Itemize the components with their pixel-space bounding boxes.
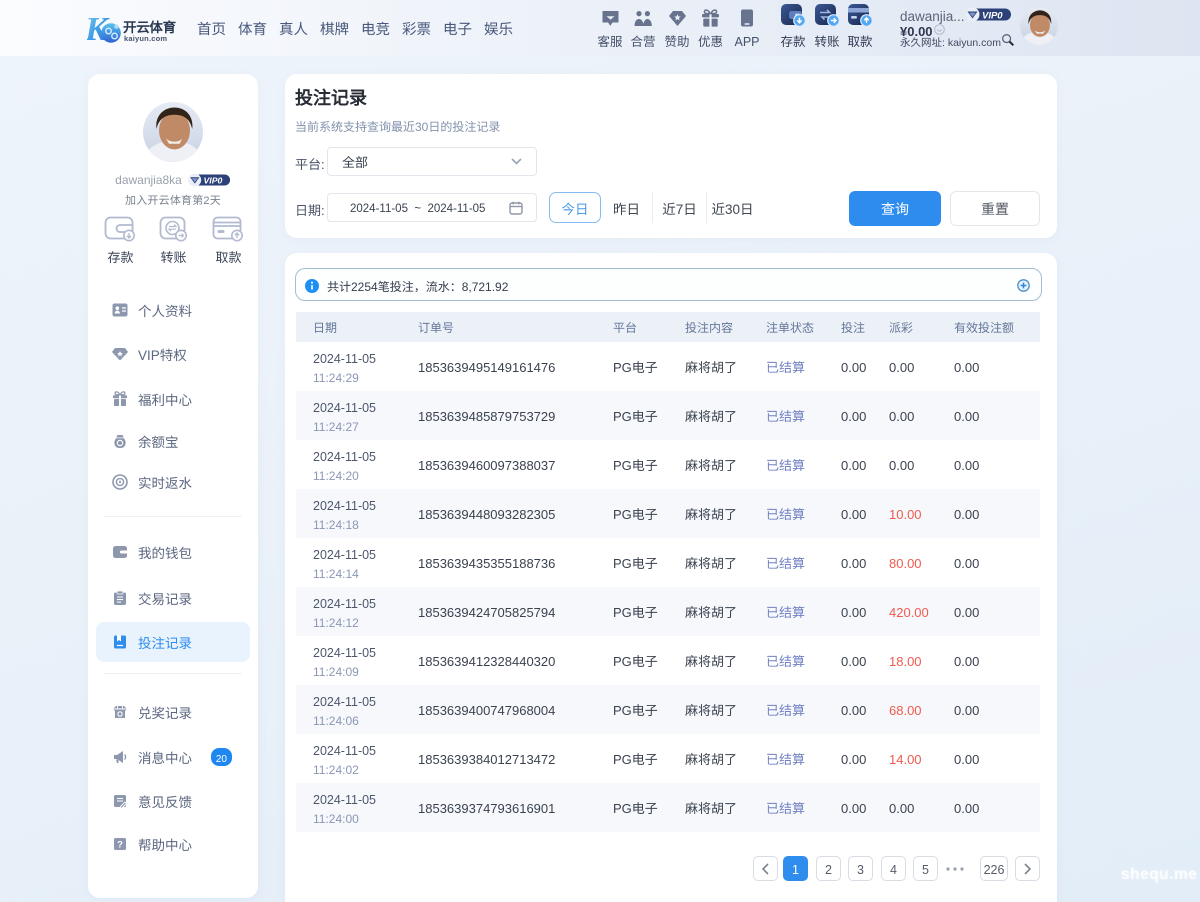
svg-text:?: ? bbox=[117, 837, 123, 851]
svg-text:VIP0: VIP0 bbox=[982, 7, 1003, 21]
svg-text:VIP0: VIP0 bbox=[203, 173, 222, 186]
